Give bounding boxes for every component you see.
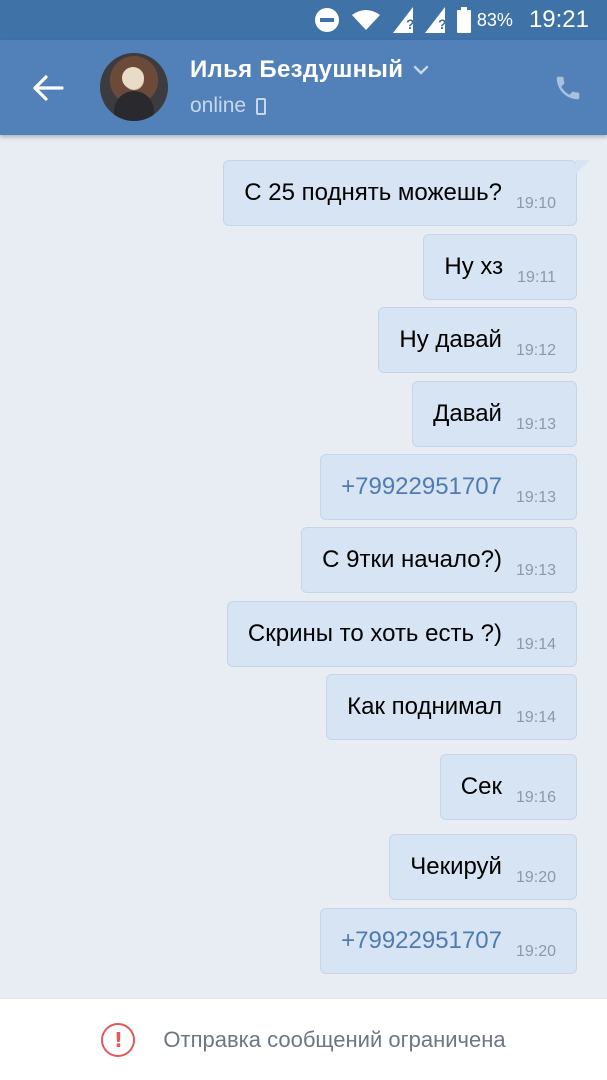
- message-time: 19:20: [515, 869, 556, 886]
- message-time: 19:16: [515, 789, 556, 806]
- message-time: 19:11: [517, 269, 556, 286]
- sim-mark-2: ?: [438, 16, 445, 32]
- message-text: Ну давай: [399, 326, 502, 353]
- restriction-text: Отправка сообщений ограничена: [163, 1026, 506, 1052]
- message-time: 19:20: [515, 943, 556, 960]
- battery-percent: 83%: [476, 9, 513, 30]
- message-bubble[interactable]: Ну хз 19:11: [423, 234, 577, 300]
- call-button[interactable]: [548, 68, 588, 108]
- date-separator: — — —: [0, 135, 607, 144]
- message-text: Ну хз: [444, 253, 504, 280]
- chevron-down-icon: [413, 65, 429, 75]
- message-bubble[interactable]: С 25 поднять можешь? 19:10: [223, 160, 590, 226]
- message-bubble[interactable]: Сек 19:16: [439, 754, 577, 820]
- status-clock: 19:21: [528, 6, 589, 33]
- avatar[interactable]: [100, 53, 168, 121]
- contact-name-button[interactable]: Илья Бездушный: [190, 56, 429, 84]
- message-time: 19:12: [515, 342, 556, 359]
- message-bubble[interactable]: С 9тки начало?) 19:13: [301, 527, 577, 593]
- message-time: 19:13: [515, 416, 556, 433]
- back-button[interactable]: [24, 64, 72, 112]
- message-text: Как поднимал: [347, 693, 502, 720]
- sim-icon-1: ?: [392, 7, 413, 33]
- do-not-disturb-icon: [314, 8, 339, 32]
- message-bubble[interactable]: Ну давай 19:12: [378, 307, 577, 373]
- message-time: 19:13: [515, 489, 556, 506]
- exclamation-circle-icon: !: [101, 1022, 136, 1057]
- message-bubble[interactable]: +79922951707 19:13: [320, 454, 577, 520]
- messaging-restricted-bar: ! Отправка сообщений ограничена: [0, 998, 607, 1080]
- contact-status: online: [190, 94, 267, 118]
- status-bar: ? ? 83% 19:21: [0, 0, 607, 40]
- message-text: С 9тки начало?): [322, 546, 502, 573]
- message-list[interactable]: — — — С 25 поднять можешь? 19:10 Ну хз 1…: [0, 135, 607, 998]
- chat-header: Илья Бездушный online: [0, 40, 607, 135]
- sim-icon-2: ?: [424, 7, 445, 33]
- phone-link[interactable]: +79922951707: [341, 927, 502, 955]
- message-bubble[interactable]: Как поднимал 19:14: [326, 674, 577, 740]
- sim-mark-1: ?: [406, 16, 413, 32]
- message-text: Скрины то хоть есть ?): [247, 620, 502, 647]
- message-time: 19:14: [515, 709, 556, 726]
- battery-icon: [456, 7, 471, 33]
- message-time: 19:13: [515, 562, 556, 579]
- arrow-left-icon: [33, 75, 64, 101]
- message-text: Сек: [460, 773, 502, 800]
- mobile-device-icon: [256, 97, 267, 115]
- message-text: С 25 поднять можешь?: [244, 179, 502, 206]
- phone-link[interactable]: +79922951707: [341, 473, 502, 501]
- message-text: Давай: [433, 400, 502, 427]
- status-text: online: [190, 94, 247, 117]
- message-time: 19:10: [515, 195, 556, 212]
- message-time: 19:14: [515, 636, 556, 653]
- message-bubble[interactable]: Скрины то хоть есть ?) 19:14: [226, 601, 577, 667]
- message-bubble[interactable]: Давай 19:13: [412, 381, 577, 447]
- message-bubble[interactable]: Чекируй 19:20: [389, 834, 577, 900]
- message-bubble[interactable]: +79922951707 19:20: [320, 908, 577, 974]
- contact-name: Илья Бездушный: [190, 56, 404, 83]
- message-text: Чекируй: [410, 853, 502, 880]
- wifi-icon: [351, 8, 381, 32]
- phone-icon: [556, 76, 580, 100]
